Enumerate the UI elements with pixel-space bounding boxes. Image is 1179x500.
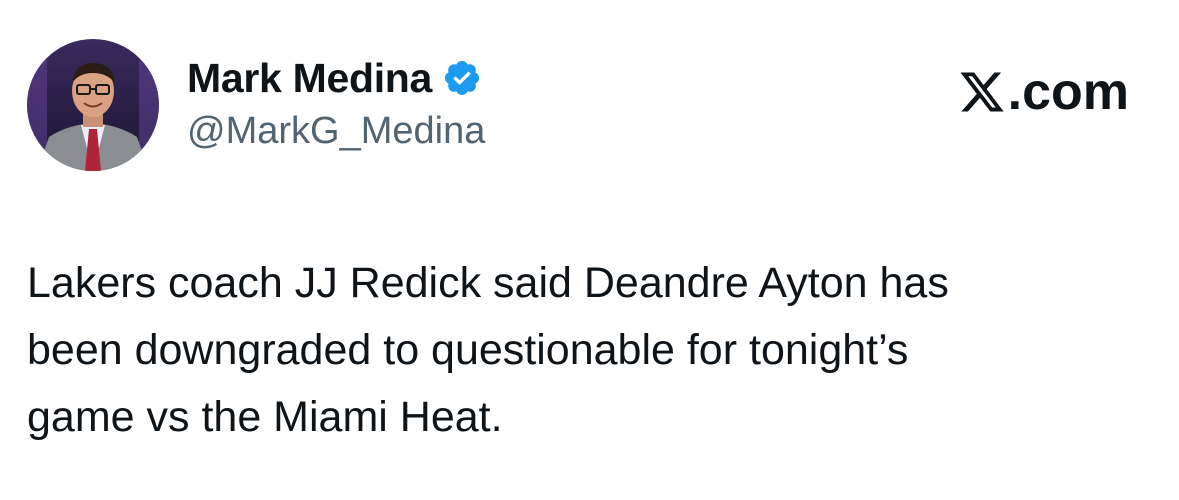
tweet-line: Lakers coach JJ Redick said Deandre Ayto…: [27, 259, 949, 307]
avatar-photo: [27, 39, 159, 171]
author-avatar[interactable]: [27, 39, 159, 171]
verified-badge-icon: [442, 58, 482, 98]
author-name[interactable]: Mark Medina: [187, 55, 432, 102]
tweet-text: Lakers coach JJ Redick said Deandre Ayto…: [27, 250, 1147, 451]
author-handle[interactable]: @MarkG_Medina: [187, 110, 485, 153]
tweet-line: been downgraded to questionable for toni…: [27, 326, 909, 374]
x-logo-icon: [958, 68, 1006, 116]
tweet-line: game vs the Miami Heat.: [27, 393, 503, 441]
brand-suffix: .com: [1007, 63, 1129, 121]
author-name-row: Mark Medina: [187, 53, 482, 103]
brand-watermark: .com: [958, 62, 1129, 122]
tweet-card: Mark Medina @MarkG_Medina .com Lakers co…: [0, 0, 1179, 500]
